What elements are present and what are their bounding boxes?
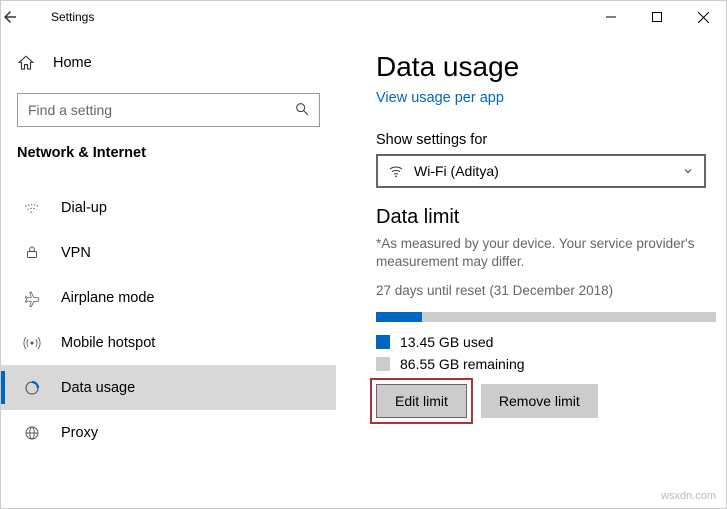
remaining-row: 86.55 GB remaining xyxy=(376,356,706,372)
sidebar-item-airplane[interactable]: Airplane mode xyxy=(1,275,336,320)
watermark: wsxdn.com xyxy=(661,490,716,502)
arrow-left-icon xyxy=(1,8,19,26)
maximize-icon xyxy=(652,12,662,22)
sidebar-item-datausage[interactable]: Data usage xyxy=(1,365,336,410)
sidebar-item-label: Data usage xyxy=(61,380,135,396)
sidebar-item-dialup[interactable]: Dial-up xyxy=(1,185,336,230)
progress-fill xyxy=(376,312,422,322)
network-dropdown[interactable]: Wi-Fi (Aditya) xyxy=(376,154,706,188)
airplane-icon xyxy=(23,289,43,307)
vpn-icon xyxy=(23,244,43,262)
sidebar-item-label: VPN xyxy=(61,245,91,261)
remaining-label: 86.55 GB remaining xyxy=(400,356,525,372)
view-usage-link[interactable]: View usage per app xyxy=(376,90,504,106)
sidebar-item-label: Proxy xyxy=(61,425,98,441)
data-limit-title: Data limit xyxy=(376,206,706,229)
used-swatch xyxy=(376,335,390,349)
hotspot-icon xyxy=(23,334,43,352)
dropdown-value: Wi-Fi (Aditya) xyxy=(414,163,682,179)
used-label: 13.45 GB used xyxy=(400,334,493,350)
show-settings-label: Show settings for xyxy=(376,132,706,148)
titlebar: Settings xyxy=(1,1,726,33)
search-wrap xyxy=(17,93,320,127)
search-icon xyxy=(294,101,310,117)
sidebar-item-vpn[interactable]: VPN xyxy=(1,230,336,275)
remaining-swatch xyxy=(376,357,390,371)
datausage-icon xyxy=(23,379,43,397)
sidebar-item-label: Mobile hotspot xyxy=(61,335,155,351)
home-label: Home xyxy=(53,55,92,71)
sidebar: Home Network & Internet Dial-up VPN xyxy=(1,33,336,508)
content: Home Network & Internet Dial-up VPN xyxy=(1,33,726,508)
measurement-note: *As measured by your device. Your servic… xyxy=(376,235,706,271)
button-row: Edit limit Remove limit xyxy=(376,384,706,418)
home-link[interactable]: Home xyxy=(17,43,320,83)
minimize-button[interactable] xyxy=(588,1,634,33)
chevron-down-icon xyxy=(682,165,694,177)
progress-bar xyxy=(376,312,716,322)
home-icon xyxy=(17,54,37,72)
section-header: Network & Internet xyxy=(17,145,320,161)
maximize-button[interactable] xyxy=(634,1,680,33)
dialup-icon xyxy=(23,199,43,217)
close-icon xyxy=(698,12,709,23)
proxy-icon xyxy=(23,424,43,442)
reset-text: 27 days until reset (31 December 2018) xyxy=(376,283,706,298)
main: Data usage View usage per app Show setti… xyxy=(336,33,726,508)
window-title: Settings xyxy=(47,10,94,24)
sidebar-item-label: Airplane mode xyxy=(61,290,155,306)
wifi-icon xyxy=(388,163,404,179)
edit-limit-button[interactable]: Edit limit xyxy=(376,384,467,418)
back-button[interactable] xyxy=(1,8,47,26)
used-row: 13.45 GB used xyxy=(376,334,706,350)
sidebar-item-label: Dial-up xyxy=(61,200,107,216)
sidebar-item-hotspot[interactable]: Mobile hotspot xyxy=(1,320,336,365)
sidebar-item-proxy[interactable]: Proxy xyxy=(1,410,336,455)
search-input[interactable] xyxy=(17,93,320,127)
page-title: Data usage xyxy=(376,51,706,83)
minimize-icon xyxy=(606,12,616,22)
remove-limit-button[interactable]: Remove limit xyxy=(481,384,598,418)
close-button[interactable] xyxy=(680,1,726,33)
